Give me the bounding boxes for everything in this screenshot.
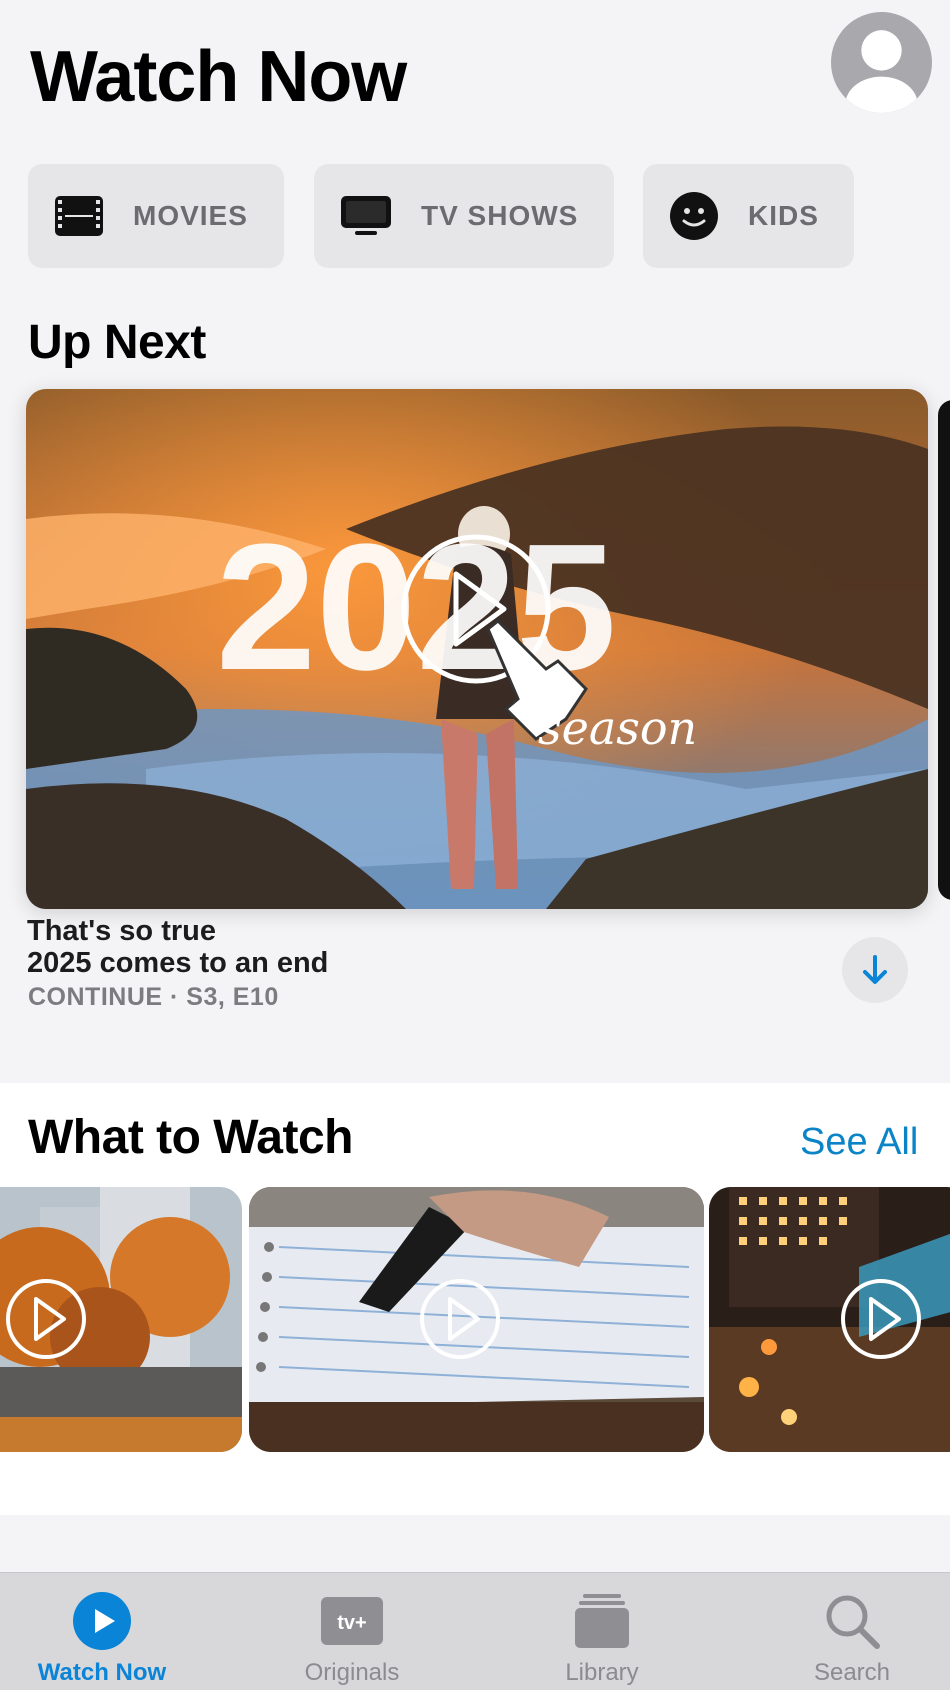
thumbnail-card[interactable] [709,1187,950,1452]
arrow-down-icon [863,955,887,984]
tv-icon [341,196,391,236]
profile-avatar-button[interactable] [831,12,932,113]
hero-season-text: season [538,701,697,755]
svg-text:tv+: tv+ [337,1612,366,1634]
thumbnail-card[interactable] [249,1187,704,1452]
library-stack-icon [573,1591,631,1651]
movies-button[interactable]: MOVIES [28,164,284,268]
tab-bar: Watch Now tv+ Originals Library Search [0,1572,950,1690]
up-next-hero-card[interactable]: 2025 season [26,389,928,909]
play-circle-icon [73,1591,131,1651]
thumbnail-card[interactable] [0,1187,242,1452]
tab-search-label: Search [813,1659,891,1686]
film-icon [55,196,103,236]
tab-originals[interactable]: tv+ Originals [270,1573,434,1690]
download-button[interactable] [842,937,908,1003]
kids-label: KIDS [748,200,819,231]
what-to-watch-heading: What to Watch [28,1111,354,1164]
see-all-link[interactable]: See All [800,1121,918,1164]
movies-label: MOVIES [133,200,248,231]
show-title: That's so true [27,915,216,947]
page-title: Watch Now [30,37,407,117]
tab-watch-now[interactable]: Watch Now [20,1573,184,1690]
tab-originals-label: Originals [304,1659,400,1686]
episode-title: 2025 comes to an end [27,947,329,979]
episode-meta: CONTINUE · S3, E10 [28,983,279,1011]
smiley-icon [670,192,718,240]
next-card-peek[interactable] [938,400,950,900]
kids-button[interactable]: KIDS [643,164,854,268]
up-next-heading: Up Next [28,316,206,369]
search-icon [823,1591,881,1651]
tab-search[interactable]: Search [770,1573,934,1690]
tv-shows-button[interactable]: TV SHOWS [314,164,614,268]
tab-library[interactable]: Library [520,1573,684,1690]
tv-shows-label: TV SHOWS [421,200,579,231]
tab-library-label: Library [565,1659,639,1686]
person-icon [845,30,918,113]
tab-watch-now-label: Watch Now [37,1659,167,1686]
apple-tv-plus-icon: tv+ [321,1591,383,1651]
